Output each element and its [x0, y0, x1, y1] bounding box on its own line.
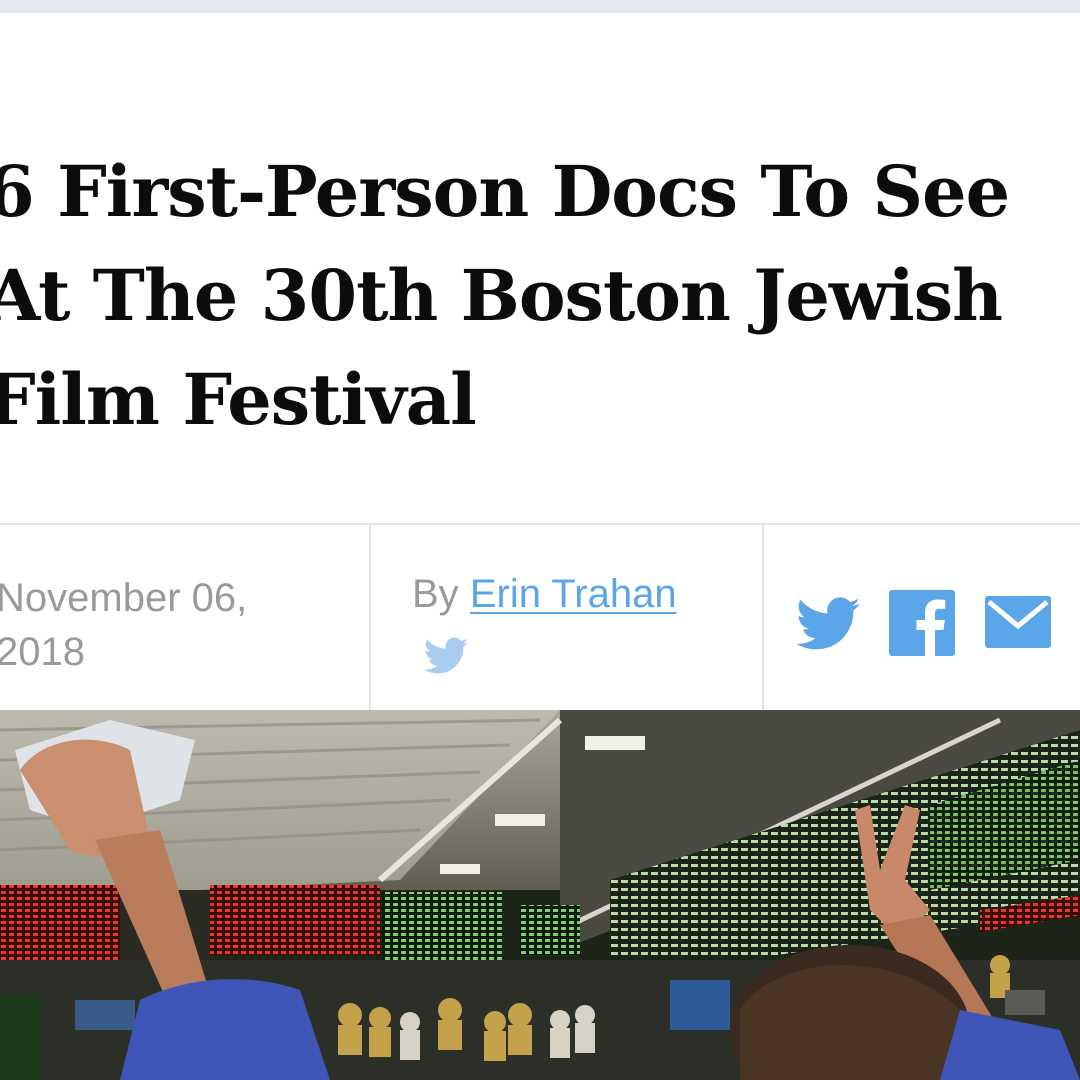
twitter-icon[interactable]	[796, 597, 860, 651]
byline: By Erin Trahan	[412, 567, 677, 621]
article-meta-row: November 06, 2018 By Erin Trahan	[0, 523, 1080, 712]
author-twitter-icon[interactable]	[424, 637, 468, 675]
facebook-icon[interactable]	[889, 590, 955, 656]
meta-divider	[369, 525, 371, 712]
meta-divider	[762, 525, 764, 712]
author-link[interactable]: Erin Trahan	[470, 572, 677, 616]
article-hero-photo	[0, 710, 1080, 1080]
top-bar	[0, 0, 1080, 13]
byline-prefix: By	[412, 572, 459, 616]
publish-date: November 06, 2018	[0, 576, 248, 674]
trading-floor-photo	[0, 710, 1080, 1080]
email-icon[interactable]	[985, 596, 1051, 648]
article-headline: 6 First-Person Docs To See At The 30th B…	[0, 150, 1010, 441]
